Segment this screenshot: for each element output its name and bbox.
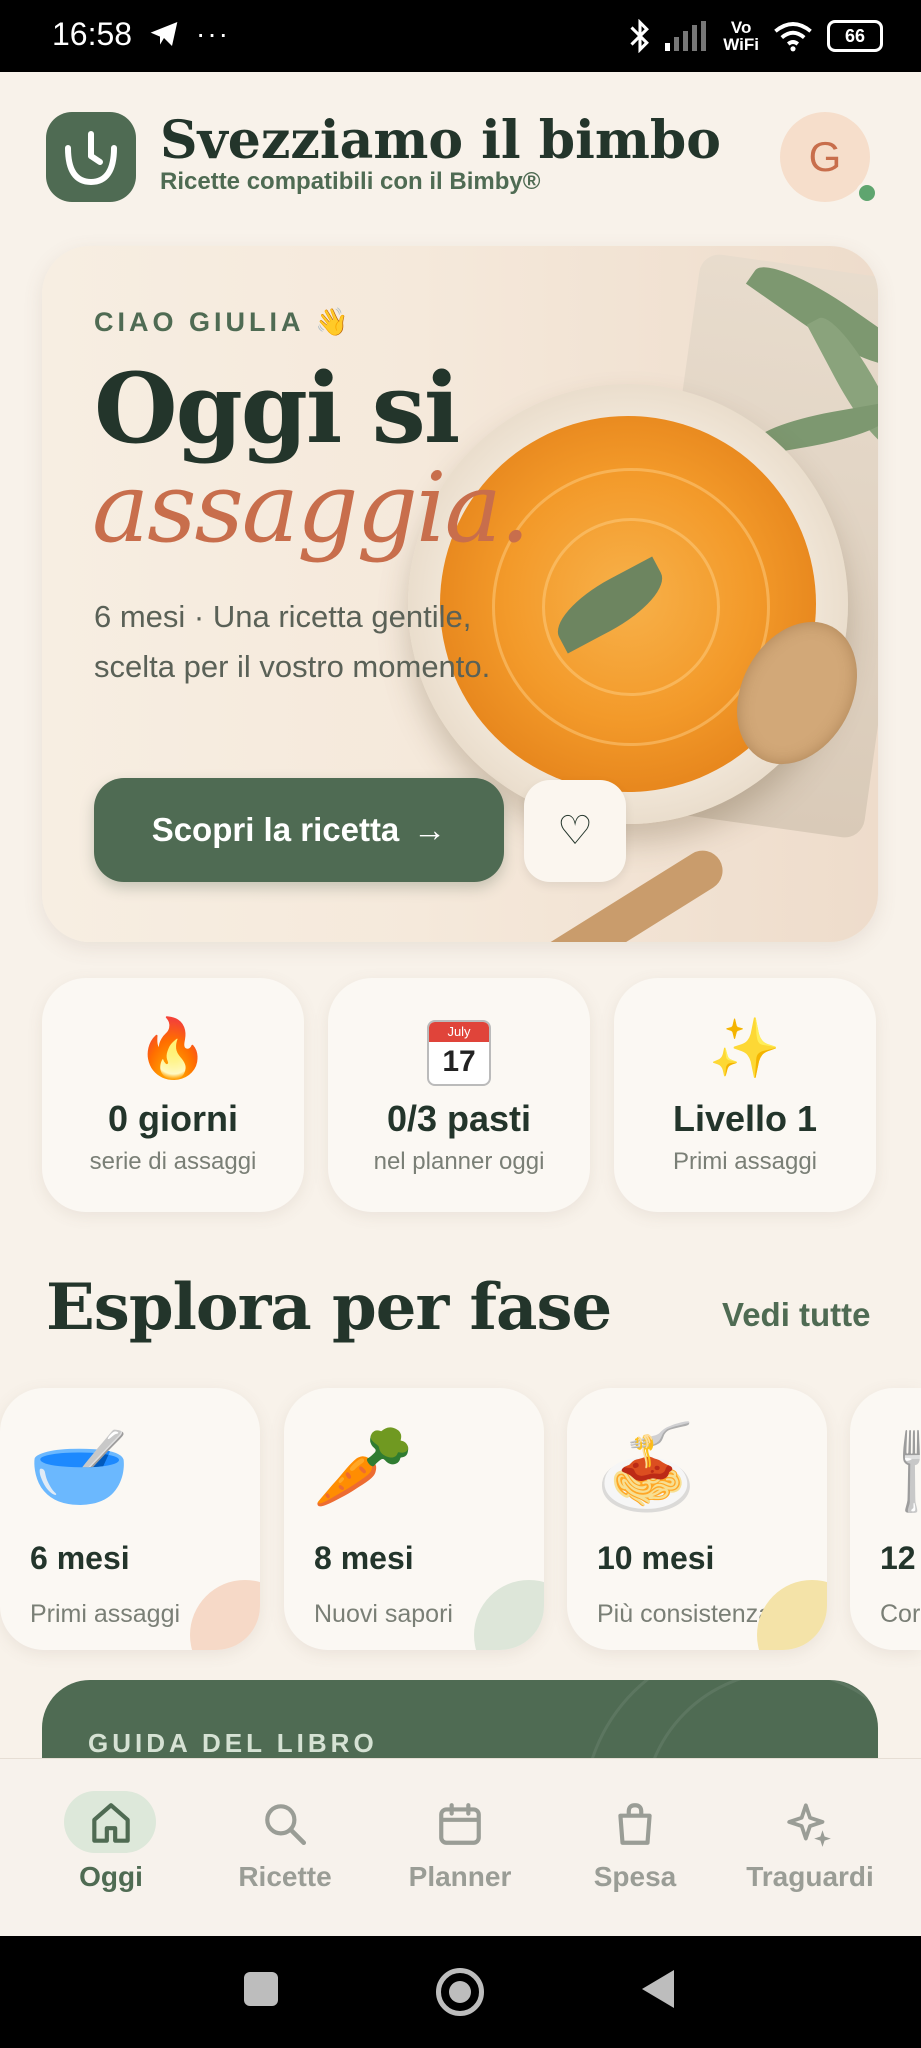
stat-label: serie di assaggi bbox=[89, 1148, 257, 1175]
fire-icon: 🔥 bbox=[136, 1016, 210, 1081]
calendar-day: 17 bbox=[442, 1044, 476, 1078]
nav-item-traguardi[interactable]: Traguardi bbox=[725, 1789, 895, 1893]
stat-card-planner[interactable]: July 17 0/3 pasti nel planner oggi bbox=[328, 978, 590, 1212]
stat-card-streak[interactable]: 🔥 0 giorni serie di assaggi bbox=[42, 978, 304, 1212]
status-right-icons: Vo WiFi 66 bbox=[629, 14, 883, 58]
phase-card-10-months[interactable]: 🍝 10 mesi Più consistenza bbox=[567, 1388, 827, 1650]
phase-card-6-months[interactable]: 🥣 6 mesi Primi assaggi bbox=[0, 1388, 260, 1650]
app-title: Svezziamo il bimbo bbox=[160, 110, 721, 171]
calendar-month: July bbox=[429, 1021, 489, 1042]
phase-title: 12 bbox=[880, 1540, 916, 1576]
stat-card-level[interactable]: ✨ Livello 1 Primi assaggi bbox=[614, 978, 876, 1212]
nav-item-oggi[interactable]: Oggi bbox=[26, 1789, 196, 1893]
app-subtitle: Ricette compatibili con il Bimby® bbox=[160, 168, 541, 195]
nav-label: Planner bbox=[408, 1861, 512, 1892]
nav-label: Traguardi bbox=[746, 1861, 874, 1892]
telegram-icon bbox=[150, 22, 178, 46]
see-all-link[interactable]: Vedi tutte bbox=[722, 1296, 871, 1334]
status-left-icons: ··· bbox=[148, 18, 230, 50]
calendar-icon: July 17 bbox=[328, 1014, 590, 1086]
stat-value: 0/3 pasti bbox=[386, 1098, 532, 1139]
arrow-right-icon: → bbox=[413, 811, 447, 848]
fork-plate-icon: 🍴 bbox=[876, 1418, 921, 1518]
stat-label: nel planner oggi bbox=[373, 1148, 545, 1175]
guide-label: GUIDA DEL LIBRO bbox=[88, 1728, 378, 1758]
search-icon bbox=[265, 1804, 307, 1846]
nav-item-ricette[interactable]: Ricette bbox=[200, 1789, 370, 1893]
back-button[interactable] bbox=[640, 1968, 676, 2010]
phase-title: 6 mesi bbox=[30, 1540, 130, 1576]
home-icon bbox=[92, 1803, 130, 1843]
decorative-blob bbox=[474, 1580, 544, 1650]
phase-card-12-months[interactable]: 🍴 12 Cor bbox=[850, 1388, 921, 1650]
calendar-icon bbox=[439, 1803, 481, 1845]
online-status-dot bbox=[856, 182, 878, 204]
discover-recipe-button[interactable]: Scopri la ricetta → bbox=[94, 778, 504, 882]
stat-label: Primi assaggi bbox=[672, 1148, 818, 1175]
bowl-icon: 🥣 bbox=[28, 1422, 131, 1513]
hero-title-line1: Oggi si bbox=[94, 352, 460, 465]
nav-label: Spesa bbox=[593, 1861, 677, 1892]
hero-title-line2: assaggia. bbox=[92, 452, 530, 564]
decorative-blob bbox=[757, 1580, 827, 1650]
sparkles-icon: ✨ bbox=[708, 1016, 782, 1081]
status-bar: 16:58 ··· Vo WiFi 66 bbox=[0, 0, 921, 72]
discover-recipe-label: Scopri la ricetta bbox=[151, 811, 400, 848]
battery-indicator: 66 bbox=[827, 20, 883, 52]
hero-description: 6 mesi · Una ricetta gentile, scelta per… bbox=[94, 599, 491, 684]
phase-subtitle: Primi assaggi bbox=[30, 1600, 181, 1628]
hero-greeting: CIAO GIULIA 👋 bbox=[94, 307, 353, 337]
phase-subtitle: Più consistenza bbox=[597, 1600, 773, 1628]
stat-value: 0 giorni bbox=[107, 1098, 238, 1139]
phase-subtitle: Nuovi sapori bbox=[314, 1600, 453, 1628]
nav-item-spesa[interactable]: Spesa bbox=[550, 1789, 720, 1893]
more-icon: ··· bbox=[196, 18, 230, 49]
hero-card: CIAO GIULIA 👋 Oggi si assaggia. 6 mesi ·… bbox=[42, 246, 878, 942]
nav-label: Ricette bbox=[238, 1861, 332, 1892]
bluetooth-icon bbox=[630, 19, 650, 53]
decorative-blob bbox=[190, 1580, 260, 1650]
vowifi-icon: Vo WiFi bbox=[723, 18, 759, 54]
section-title: Esplora per fase bbox=[46, 1270, 612, 1345]
nav-label: Oggi bbox=[79, 1861, 143, 1892]
wifi-icon bbox=[774, 22, 812, 52]
phase-card-8-months[interactable]: 🥕 8 mesi Nuovi sapori bbox=[284, 1388, 544, 1650]
smile-clock-icon bbox=[65, 131, 117, 186]
sparkle-icon bbox=[787, 1803, 831, 1847]
phase-title: 8 mesi bbox=[314, 1540, 414, 1576]
signal-icon bbox=[665, 21, 707, 51]
bag-icon bbox=[618, 1803, 652, 1845]
stat-value: Livello 1 bbox=[672, 1098, 818, 1139]
carrot-icon: 🥕 bbox=[312, 1422, 415, 1513]
app-logo bbox=[46, 112, 136, 202]
phase-subtitle: Cor bbox=[880, 1600, 921, 1628]
spaghetti-icon: 🍝 bbox=[595, 1422, 698, 1513]
bottom-navigation: Oggi Ricette Planner Spesa Traguardi bbox=[0, 1758, 921, 1937]
nav-item-planner[interactable]: Planner bbox=[375, 1789, 545, 1893]
system-navigation-bar bbox=[0, 1936, 921, 2048]
home-button[interactable] bbox=[436, 1968, 484, 2016]
recents-button[interactable] bbox=[244, 1972, 278, 2006]
status-time: 16:58 bbox=[52, 16, 133, 52]
favorite-button[interactable]: ♡ bbox=[524, 780, 626, 882]
phase-title: 10 mesi bbox=[597, 1540, 715, 1576]
heart-icon: ♡ bbox=[557, 809, 593, 853]
